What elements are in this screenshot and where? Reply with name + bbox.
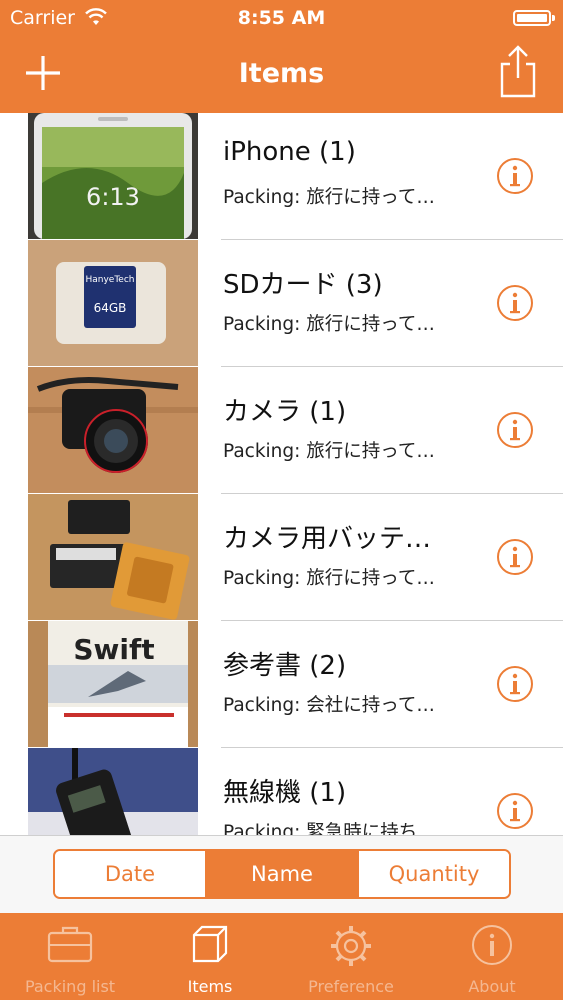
item-subtitle: Packing: 旅行に持って… <box>223 314 435 335</box>
tab-about[interactable]: About <box>422 913 562 1000</box>
tab-label: Items <box>187 977 233 996</box>
book-photo: Swift <box>28 621 198 747</box>
item-subtitle: Packing: 会社に持って… <box>223 695 435 716</box>
info-icon[interactable] <box>496 792 534 830</box>
sort-date-segment[interactable]: Date <box>55 851 205 897</box>
page-title: Items <box>238 58 325 89</box>
list-item[interactable]: カメラ用バッテ… Packing: 旅行に持って… <box>0 494 563 621</box>
list-item[interactable]: 無線機 (1) Packing: 緊急時に持ち… <box>0 748 563 835</box>
item-subtitle: Packing: 緊急時に持ち… <box>223 822 436 835</box>
battery-icon <box>513 10 555 26</box>
tab-items[interactable]: Items <box>140 913 280 1000</box>
clock: 8:55 AM <box>237 7 326 29</box>
sort-segmented-control: Date Name Quantity <box>53 849 511 899</box>
box-icon <box>192 925 228 963</box>
item-subtitle: Packing: 旅行に持って… <box>223 568 435 589</box>
tab-packing-list[interactable]: Packing list <box>0 913 140 1000</box>
list-item[interactable]: カメラ (1) Packing: 旅行に持って… <box>0 367 563 494</box>
item-subtitle: Packing: 旅行に持って… <box>223 441 435 462</box>
tab-label: About <box>468 977 516 996</box>
header: Carrier 8:55 AM Items <box>0 0 563 113</box>
sort-bar: Date Name Quantity <box>0 835 563 913</box>
battery-photo <box>28 494 198 620</box>
radio-photo <box>28 748 198 835</box>
item-title: 参考書 (2) <box>223 651 347 681</box>
item-title: 無線機 (1) <box>223 778 347 808</box>
info-icon[interactable] <box>496 538 534 576</box>
iphone-photo: 6:13 <box>28 113 198 239</box>
tab-preference[interactable]: Preference <box>281 913 421 1000</box>
list-item[interactable]: 6:13 iPhone (1) Packing: 旅行に持って… <box>0 113 563 240</box>
suitcase-icon <box>47 926 93 963</box>
camera-photo <box>28 367 198 493</box>
sort-name-segment[interactable]: Name <box>205 851 357 897</box>
item-title: iPhone (1) <box>223 137 356 167</box>
tab-bar: Packing list Items Preference About <box>0 913 563 1000</box>
info-icon[interactable] <box>496 284 534 322</box>
info-icon[interactable] <box>496 411 534 449</box>
list-item[interactable]: HanyeTech 64GB SDカード (3) Packing: 旅行に持って… <box>0 240 563 367</box>
item-title: カメラ用バッテ… <box>223 524 432 554</box>
tab-label: Preference <box>308 977 394 996</box>
gear-icon <box>331 926 371 966</box>
status-bar: Carrier 8:55 AM <box>0 0 563 38</box>
share-button[interactable] <box>496 44 540 100</box>
sort-quantity-segment[interactable]: Quantity <box>357 851 509 897</box>
item-title: SDカード (3) <box>223 270 383 300</box>
svg-text:HanyeTech: HanyeTech <box>85 275 134 285</box>
item-subtitle: Packing: 旅行に持って… <box>223 187 435 208</box>
sd-card-photo: HanyeTech 64GB <box>28 240 198 366</box>
info-icon <box>472 925 512 965</box>
svg-text:64GB: 64GB <box>94 301 127 315</box>
info-icon[interactable] <box>496 665 534 703</box>
info-icon[interactable] <box>496 157 534 195</box>
item-title: カメラ (1) <box>223 397 347 427</box>
item-list[interactable]: 6:13 iPhone (1) Packing: 旅行に持って… HanyeTe… <box>0 113 563 835</box>
tab-label: Packing list <box>24 977 116 996</box>
svg-text:Swift: Swift <box>73 633 154 666</box>
svg-text:6:13: 6:13 <box>86 183 140 211</box>
list-item[interactable]: Swift 参考書 (2) Packing: 会社に持って… <box>0 621 563 748</box>
